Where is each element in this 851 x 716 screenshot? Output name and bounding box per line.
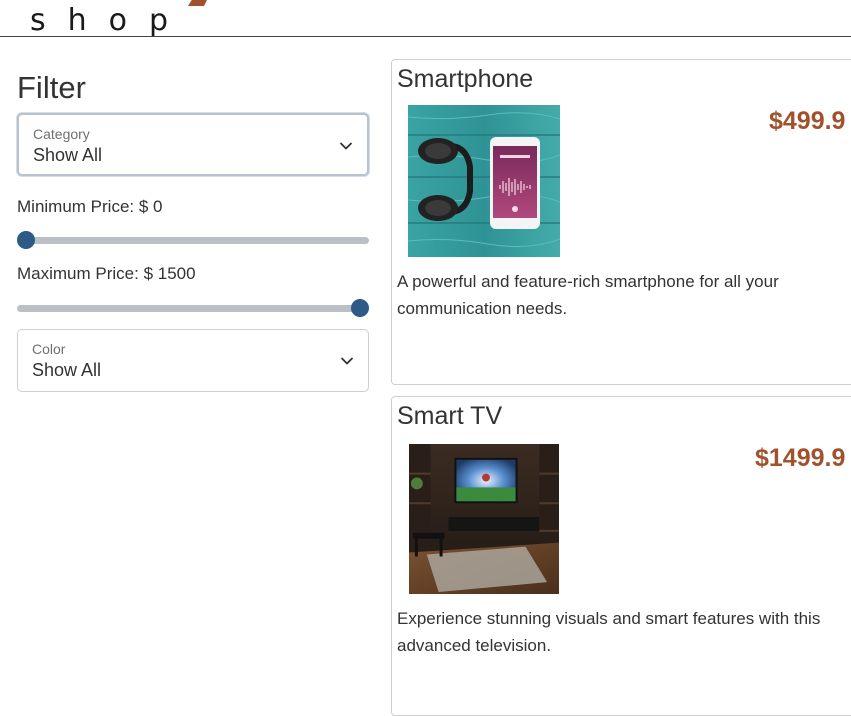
logo-text: shop (30, 3, 191, 37)
min-price-slider-thumb[interactable] (17, 231, 35, 249)
product-card[interactable]: Smart TV $1499.9 Experience stunning vis… (391, 396, 851, 716)
color-select-label: Color (32, 341, 66, 357)
category-select[interactable]: Category Show All (17, 113, 369, 176)
product-title[interactable]: Smartphone (397, 65, 533, 94)
category-select-value: Show All (33, 145, 103, 165)
site-header: shop (0, 0, 851, 37)
product-price: $499.9 (769, 107, 846, 135)
max-price-slider-thumb[interactable] (351, 299, 369, 317)
max-price-label: Maximum Price: $ 1500 (17, 264, 196, 283)
product-description: A powerful and feature-rich smartphone f… (397, 272, 779, 318)
min-price-slider[interactable] (17, 231, 369, 249)
max-price-slider-track (17, 305, 369, 312)
chevron-down-icon (341, 357, 353, 365)
logo-slash-icon (188, 0, 207, 6)
product-title[interactable]: Smart TV (397, 402, 502, 431)
color-select-value: Show All (32, 360, 102, 380)
product-card[interactable]: Smartphone $499.9 A powerful and feature… (391, 59, 851, 385)
category-select-label: Category (33, 126, 90, 142)
smart-tv-living-room-image[interactable] (408, 444, 560, 594)
smartphone-headphones-image[interactable] (408, 105, 560, 257)
min-price-slider-track (17, 237, 369, 244)
product-description: Experience stunning visuals and smart fe… (397, 609, 821, 655)
filter-sidebar: Filter Category Show All Minimum Price: … (17, 68, 369, 392)
logo[interactable]: shop (30, 0, 207, 37)
max-price-slider[interactable] (17, 299, 369, 317)
color-select[interactable]: Color Show All (17, 329, 369, 392)
chevron-down-icon (340, 142, 352, 150)
min-price-label: Minimum Price: $ 0 (17, 197, 163, 216)
filter-title: Filter (17, 70, 86, 105)
product-price: $1499.9 (755, 444, 846, 472)
